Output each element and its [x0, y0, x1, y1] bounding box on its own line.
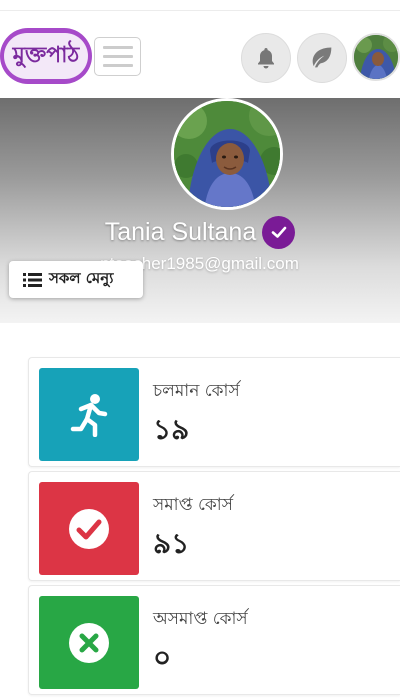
leaf-icon	[312, 47, 332, 68]
hamburger-menu-button[interactable]	[94, 37, 141, 76]
stat-icon-box	[39, 596, 139, 689]
logo-text: মুক্তপাঠ	[4, 33, 88, 79]
verified-badge	[262, 215, 296, 249]
stat-value: ৯১	[153, 527, 190, 560]
hamburger-bar	[102, 64, 133, 67]
bell-icon	[258, 48, 274, 69]
running-person-icon	[70, 393, 108, 437]
stat-title: চলমান কোর্স	[153, 381, 240, 401]
times-circle-icon	[69, 622, 109, 663]
check-icon	[271, 226, 287, 238]
list-icon	[23, 272, 42, 287]
site-logo[interactable]: মুক্তপাঠ	[0, 28, 92, 84]
top-navbar: মুক্তপাঠ	[0, 0, 400, 98]
stat-title: সমাপ্ত কোর্স	[153, 495, 233, 515]
stat-icon-box	[39, 482, 139, 575]
all-menu-label: সকল মেন্যু	[49, 269, 114, 287]
stat-card-incomplete-courses[interactable]: অসমাপ্ত কোর্স ০	[28, 585, 400, 695]
hamburger-bar	[102, 46, 133, 49]
profile-name: Tania Sultana	[104, 217, 257, 246]
stat-card-completed-courses[interactable]: সমাপ্ত কোর্স ৯১	[28, 471, 400, 581]
stat-title: অসমাপ্ত কোর্স	[153, 609, 248, 629]
stat-icon-box	[39, 368, 139, 461]
all-menu-button[interactable]: সকল মেন্যু	[9, 261, 143, 298]
profile-photo	[171, 98, 283, 210]
stat-value: ১৯	[153, 413, 190, 446]
avatar-photo	[354, 35, 398, 79]
navbar-divider	[0, 10, 400, 11]
hamburger-bar	[102, 55, 133, 58]
stat-value: ০	[153, 641, 172, 674]
notification-button[interactable]	[241, 33, 291, 83]
stat-card-ongoing-courses[interactable]: চলমান কোর্স ১৯	[28, 357, 400, 467]
check-circle-icon	[69, 508, 109, 549]
user-avatar[interactable]	[352, 33, 400, 81]
profile-name-row: Tania Sultana	[0, 212, 400, 252]
leaf-button[interactable]	[297, 33, 347, 83]
